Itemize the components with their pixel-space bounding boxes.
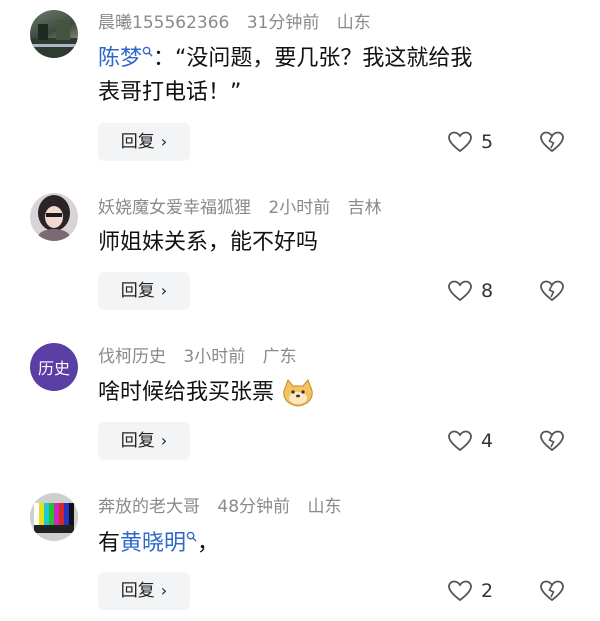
reply-button[interactable]: 回复 › — [98, 422, 190, 460]
broken-heart-icon — [540, 430, 564, 452]
like-button[interactable]: 4 — [447, 430, 493, 452]
chevron-right-icon: › — [160, 581, 168, 600]
avatar[interactable] — [30, 493, 78, 541]
like-button[interactable]: 8 — [447, 280, 493, 302]
heart-icon — [448, 131, 472, 153]
reply-button[interactable]: 回复 › — [98, 572, 190, 610]
like-count: 4 — [481, 430, 494, 452]
search-icon — [186, 531, 197, 542]
avatar[interactable] — [30, 193, 78, 241]
avatar[interactable] — [30, 10, 78, 58]
chevron-right-icon: › — [160, 132, 168, 151]
comment-text: 陈梦 ：“没问题，要几张？我这就给我 表哥打电话！” — [98, 46, 473, 105]
comment-meta: 晨曦155562366 31分钟前 山东 — [98, 13, 383, 33]
timestamp: 31分钟前 — [246, 13, 320, 33]
broken-heart-icon — [540, 580, 564, 602]
comment-text: 啥时候给我买张票 — [98, 376, 578, 410]
chevron-right-icon: › — [160, 281, 168, 300]
search-icon — [142, 46, 153, 57]
username[interactable]: 伐柯历史 — [98, 347, 166, 367]
doge-emoji-icon — [283, 379, 313, 407]
like-button[interactable]: 5 — [447, 131, 493, 153]
mention-link[interactable]: 黄晓明 — [120, 531, 197, 556]
location: 山东 — [336, 13, 371, 33]
like-count: 5 — [481, 131, 494, 153]
dislike-button[interactable] — [539, 131, 565, 157]
heart-icon — [448, 280, 472, 302]
comment-meta: 伐柯历史 3小时前 广东 — [98, 347, 309, 367]
like-count: 8 — [481, 280, 494, 302]
reply-button[interactable]: 回复 › — [98, 272, 190, 310]
location: 广东 — [262, 347, 297, 367]
location: 吉林 — [347, 198, 382, 218]
heart-icon — [448, 430, 472, 452]
comment-text: 师姐妹关系，能不好吗 — [98, 230, 319, 255]
reply-button[interactable]: 回复 › — [98, 123, 190, 161]
dislike-button[interactable] — [539, 580, 565, 606]
timestamp: 3小时前 — [183, 347, 246, 367]
broken-heart-icon — [540, 280, 564, 302]
location: 山东 — [307, 497, 342, 517]
chevron-right-icon: › — [160, 431, 168, 450]
username[interactable]: 晨曦155562366 — [98, 13, 229, 33]
mention-link[interactable]: 陈梦 — [98, 46, 153, 71]
username[interactable]: 奔放的老大哥 — [98, 497, 200, 517]
dislike-button[interactable] — [539, 430, 565, 456]
like-button[interactable]: 2 — [447, 580, 493, 602]
comment-meta: 妖娆魔女爱幸福狐狸 2小时前 吉林 — [98, 198, 394, 218]
like-count: 2 — [481, 580, 494, 602]
broken-heart-icon — [540, 131, 564, 153]
timestamp: 48分钟前 — [217, 497, 291, 517]
timestamp: 2小时前 — [268, 198, 331, 218]
dislike-button[interactable] — [539, 280, 565, 306]
username[interactable]: 妖娆魔女爱幸福狐狸 — [98, 198, 251, 218]
comment-text: 有黄晓明， — [98, 531, 220, 556]
heart-icon — [448, 580, 472, 602]
avatar[interactable]: 历史 — [30, 343, 78, 391]
comment-meta: 奔放的老大哥 48分钟前 山东 — [98, 497, 353, 517]
